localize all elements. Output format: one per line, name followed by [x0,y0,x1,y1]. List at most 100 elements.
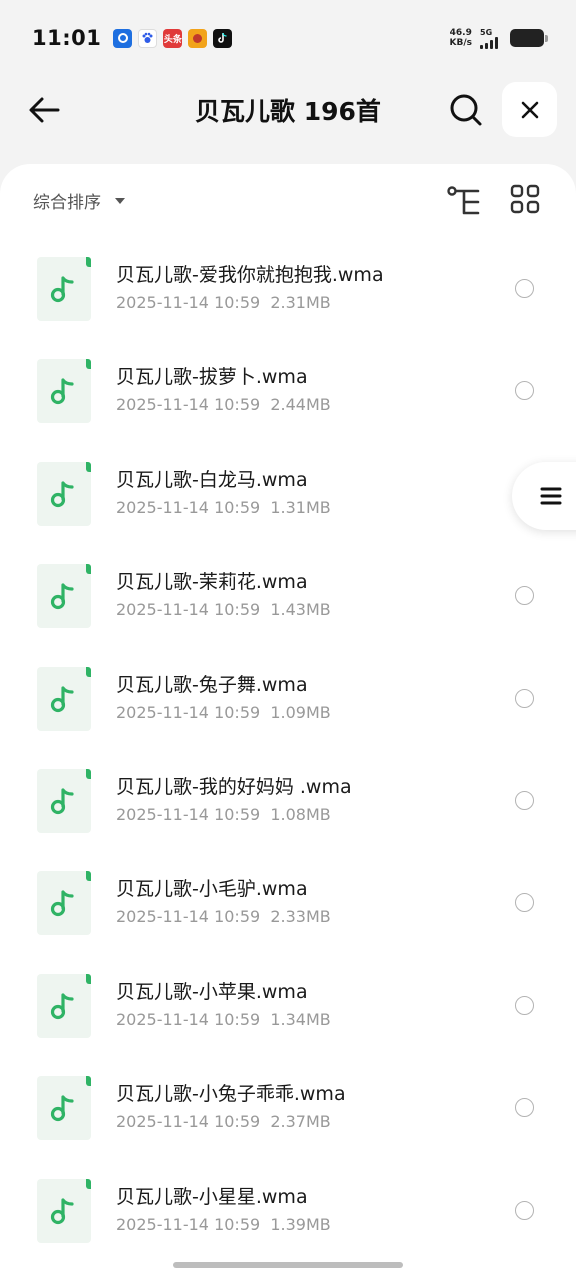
menu-icon [540,487,562,505]
app-icon-blue [113,28,133,48]
file-list-item[interactable]: 贝瓦儿歌-拔萝卜.wma 2025-11-14 10:59 2.44MB [0,334,576,436]
file-list-item[interactable]: 贝瓦儿歌-白龙马.wma 2025-11-14 10:59 1.31MB [0,437,576,539]
file-name: 贝瓦儿歌-拔萝卜.wma [116,366,308,389]
file-date: 2025-11-14 10:59 [116,702,261,722]
select-radio[interactable] [515,1098,534,1118]
file-meta: 2025-11-14 10:59 1.43MB [116,600,331,619]
file-date: 2025-11-14 10:59 [116,395,261,415]
close-icon [521,101,538,118]
file-meta: 2025-11-14 10:59 1.31MB [116,498,331,517]
file-date: 2025-11-14 10:59 [116,907,261,927]
file-list-item[interactable]: 贝瓦儿歌-兔子舞.wma 2025-11-14 10:59 1.09MB [0,642,576,744]
status-app-icons: 头条 [113,28,233,48]
select-radio[interactable] [515,1200,534,1220]
file-list-item[interactable]: 贝瓦儿歌-小毛驴.wma 2025-11-14 10:59 2.33MB [0,846,576,948]
file-meta: 2025-11-14 10:59 1.34MB [116,1010,331,1029]
music-file-icon [37,666,91,731]
file-date: 2025-11-14 10:59 [116,804,261,824]
page-title: 贝瓦儿歌 196首 [195,97,381,126]
file-date: 2025-11-14 10:59 [116,293,261,312]
file-meta: 2025-11-14 10:59 1.08MB [116,805,331,824]
search-button[interactable] [444,88,488,132]
file-panel: 综合排序 贝瓦儿歌-爱我你就抱抱我.wma 2025-11-14 10:59 2… [0,164,576,1280]
file-size: 1.39MB [270,1214,331,1234]
file-list-item[interactable]: 贝瓦儿歌-爱我你就抱抱我.wma 2025-11-14 10:59 2.31MB [0,232,576,334]
music-file-icon [37,359,91,424]
file-date: 2025-11-14 10:59 [116,1112,261,1132]
select-radio[interactable] [515,381,534,401]
status-indicators: 46.9 KB/s 5G [450,28,548,49]
select-radio[interactable] [515,279,534,298]
file-size: 1.31MB [270,497,331,517]
file-name: 贝瓦儿歌-小毛驴.wma [116,878,308,901]
select-radio[interactable] [515,688,534,708]
music-file-icon [37,768,91,833]
file-name: 贝瓦儿歌-茉莉花.wma [116,571,308,594]
file-list-item[interactable]: 贝瓦儿歌-我的好妈妈 .wma 2025-11-14 10:59 1.08MB [0,744,576,846]
music-file-icon [37,1178,91,1243]
file-size: 2.31MB [270,293,331,312]
file-list: 贝瓦儿歌-爱我你就抱抱我.wma 2025-11-14 10:59 2.31MB… [0,232,576,1256]
select-radio[interactable] [515,893,534,913]
music-file-icon [37,564,91,629]
file-date: 2025-11-14 10:59 [116,497,261,517]
title-bar: 贝瓦儿歌 196首 [0,76,576,142]
file-name: 贝瓦儿歌-爱我你就抱抱我.wma [116,264,384,286]
file-list-item[interactable]: 贝瓦儿歌-小兔子乖乖.wma 2025-11-14 10:59 2.37MB [0,1051,576,1153]
network-speed-value: 46.9 [449,28,472,38]
tiktok-icon [213,28,233,48]
caret-down-icon [115,197,125,204]
file-meta: 2025-11-14 10:59 2.33MB [116,907,331,926]
file-date: 2025-11-14 10:59 [116,1214,261,1234]
battery-icon [510,29,548,47]
network-speed: 46.9 KB/s [450,28,472,48]
sort-label: 综合排序 [33,193,101,213]
file-name: 贝瓦儿歌-兔子舞.wma [116,673,308,696]
file-meta: 2025-11-14 10:59 2.44MB [116,395,331,414]
baidu-icon [138,28,158,48]
file-date: 2025-11-14 10:59 [116,600,261,620]
music-file-icon [37,257,91,321]
file-meta: 2025-11-14 10:59 1.09MB [116,703,331,722]
tree-view-button[interactable] [444,182,484,222]
signal-icon: 5G [480,28,498,49]
status-bar: 11:01 头条 46.9 KB/s 5G [0,0,576,76]
tree-view-icon [447,186,480,215]
music-file-icon [37,973,91,1038]
file-size: 1.34MB [270,1009,331,1029]
toutiao-icon: 头条 [163,28,183,48]
file-meta: 2025-11-14 10:59 2.31MB [116,293,331,312]
file-list-item[interactable]: 贝瓦儿歌-茉莉花.wma 2025-11-14 10:59 1.43MB [0,539,576,641]
sort-dropdown[interactable]: 综合排序 [33,188,125,213]
grid-view-icon [510,184,540,214]
file-name: 贝瓦儿歌-小兔子乖乖.wma [116,1083,346,1106]
file-size: 2.44MB [270,395,331,415]
status-time: 11:01 [32,26,102,50]
grid-view-button[interactable] [510,184,546,220]
side-menu-tab[interactable] [512,462,576,530]
file-size: 1.09MB [270,702,331,722]
search-icon [450,94,482,126]
select-radio[interactable] [515,790,534,810]
file-name: 贝瓦儿歌-小苹果.wma [116,980,308,1003]
file-meta: 2025-11-14 10:59 2.37MB [116,1112,331,1131]
game-icon [188,28,208,48]
home-indicator[interactable] [173,1262,403,1268]
music-file-icon [37,461,91,526]
file-date: 2025-11-14 10:59 [116,1009,261,1029]
music-file-icon [37,871,91,936]
file-size: 1.08MB [270,804,331,824]
select-radio[interactable] [515,995,534,1015]
file-meta: 2025-11-14 10:59 1.39MB [116,1215,331,1234]
file-list-item[interactable]: 贝瓦儿歌-小苹果.wma 2025-11-14 10:59 1.34MB [0,949,576,1051]
file-list-item[interactable]: 贝瓦儿歌-小星星.wma 2025-11-14 10:59 1.39MB [0,1154,576,1256]
network-speed-unit: KB/s [449,38,472,48]
select-radio[interactable] [515,586,534,606]
close-button[interactable] [502,82,557,137]
file-size: 1.43MB [270,600,331,620]
file-name: 贝瓦儿歌-白龙马.wma [116,468,308,491]
network-type: 5G [480,27,493,37]
file-name: 贝瓦儿歌-我的好妈妈 .wma [116,775,352,798]
file-name: 贝瓦儿歌-小星星.wma [116,1185,308,1208]
file-size: 2.37MB [270,1112,331,1132]
